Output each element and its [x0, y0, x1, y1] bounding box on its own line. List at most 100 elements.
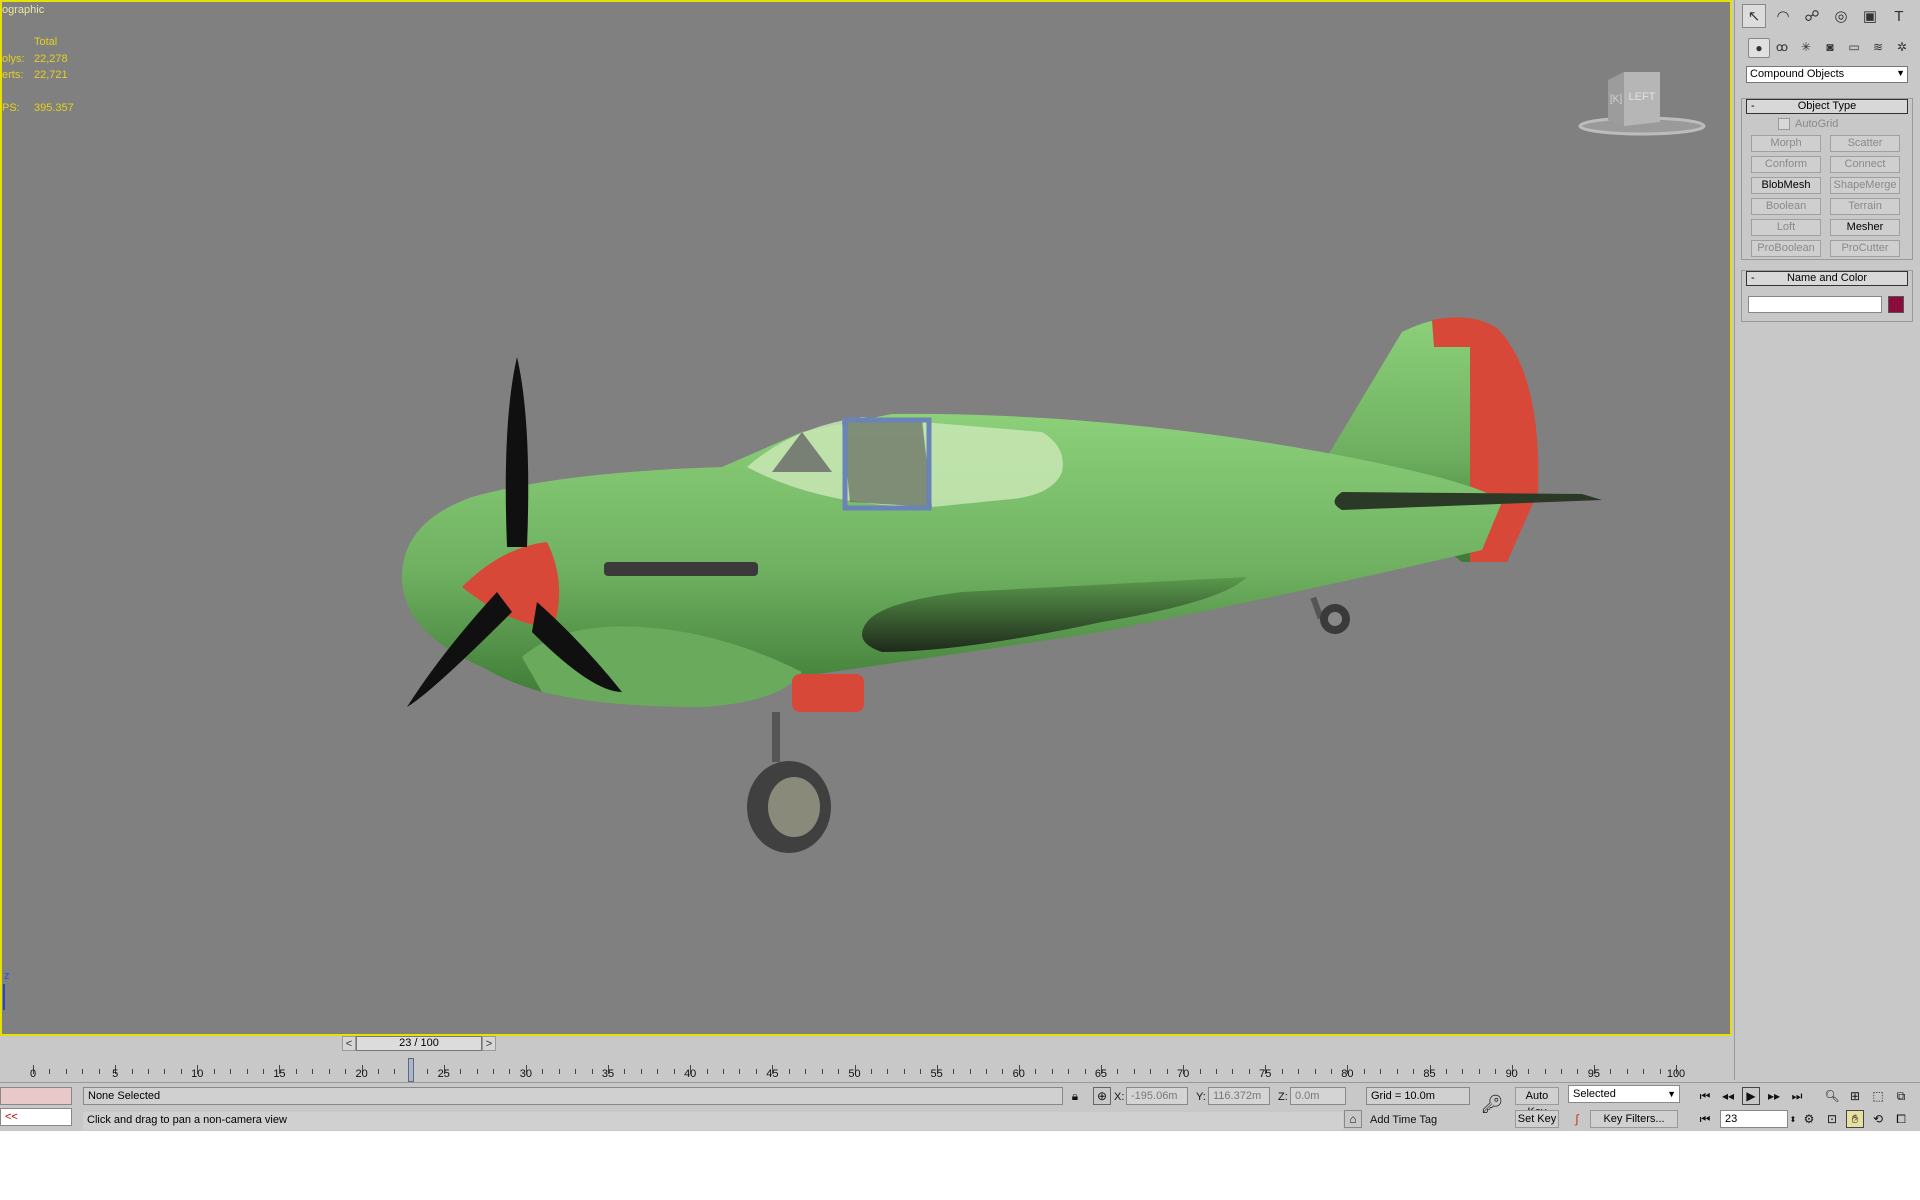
connect-button[interactable]: Connect: [1830, 156, 1900, 173]
systems-icon[interactable]: ✲: [1892, 38, 1912, 56]
absolute-mode-icon[interactable]: ⊕: [1093, 1087, 1111, 1105]
axis-tripod: [3, 984, 5, 1010]
morph-button[interactable]: Morph: [1751, 135, 1821, 152]
play-icon[interactable]: ▶: [1742, 1087, 1760, 1105]
field-of-view-icon[interactable]: ⊡: [1823, 1110, 1841, 1128]
frame-tick: [1199, 1069, 1201, 1074]
add-time-tag-button[interactable]: Add Time Tag: [1370, 1112, 1437, 1128]
go-to-start-icon[interactable]: ⏮: [1696, 1087, 1714, 1105]
time-configuration-icon[interactable]: ⚙: [1800, 1110, 1818, 1128]
frame-tick: [213, 1069, 215, 1074]
key-mode-toggle-icon[interactable]: ⏮: [1696, 1110, 1714, 1128]
default-tangent-icon[interactable]: ∫: [1568, 1110, 1586, 1128]
scatter-button[interactable]: Scatter: [1830, 135, 1900, 152]
shapes-icon[interactable]: ꝏ: [1772, 38, 1792, 56]
frame-spinner-icon[interactable]: ⬍: [1788, 1110, 1798, 1128]
mesher-button[interactable]: Mesher: [1830, 219, 1900, 236]
exhaust-stack: [604, 562, 758, 576]
viewcube-front-label[interactable]: [K]: [1610, 94, 1622, 105]
zoom-icon[interactable]: 🔍︎: [1823, 1087, 1841, 1105]
set-key-button[interactable]: Set Key: [1515, 1110, 1559, 1128]
terrain-button[interactable]: Terrain: [1830, 198, 1900, 215]
trackbar[interactable]: 0 5 10 15 20 25 30 35 40 45 50 55 60 65 70 75 80 85 90 95 10…: [0, 1054, 1734, 1082]
spacewarps-icon[interactable]: ≋: [1868, 38, 1888, 56]
geometry-icon[interactable]: ●: [1748, 38, 1770, 58]
go-to-end-icon[interactable]: ⏭: [1788, 1087, 1806, 1105]
key-filters-button[interactable]: Key Filters...: [1590, 1110, 1678, 1128]
shapemerge-button[interactable]: ShapeMerge: [1830, 177, 1900, 194]
motion-icon[interactable]: ◎: [1829, 4, 1853, 28]
name-color-title: Name and Color: [1786, 272, 1868, 284]
maxscript-input[interactable]: <<: [0, 1108, 72, 1126]
frame-label: 0: [29, 1068, 37, 1080]
prev-frame-button[interactable]: <: [342, 1036, 356, 1051]
airplane-model[interactable]: [382, 302, 1612, 862]
category-dropdown[interactable]: Compound Objects ▼: [1746, 66, 1908, 83]
time-tag-icon[interactable]: ⌂: [1344, 1110, 1362, 1128]
current-frame-marker[interactable]: [407, 1058, 414, 1082]
zoom-all-icon[interactable]: ⊞: [1846, 1087, 1864, 1105]
frame-label: 5: [112, 1068, 119, 1080]
viewcube[interactable]: [K] LEFT: [1576, 66, 1708, 138]
modify-icon[interactable]: ◠: [1771, 4, 1795, 28]
autogrid-checkbox[interactable]: AutoGrid: [1778, 118, 1838, 131]
boolean-button[interactable]: Boolean: [1751, 198, 1821, 215]
zoom-extents-all-icon[interactable]: ⧉: [1892, 1087, 1910, 1105]
viewcube-left-label[interactable]: LEFT: [1629, 91, 1656, 103]
viewport[interactable]: ographic Total olys: 22,278 erts: 22,721…: [0, 0, 1732, 1036]
object-color-swatch[interactable]: [1888, 296, 1904, 313]
object-name-input[interactable]: [1748, 296, 1882, 313]
key-mode-value: Selected: [1573, 1088, 1616, 1100]
frame-tick: [953, 1069, 955, 1074]
auto-key-button[interactable]: Auto Key: [1515, 1087, 1559, 1118]
procutter-button[interactable]: ProCutter: [1830, 240, 1900, 257]
time-slider[interactable]: < 23 / 100 >: [342, 1036, 496, 1052]
stats-fps-label: PS:: [2, 102, 20, 114]
helpers-icon[interactable]: ▭: [1844, 38, 1864, 56]
next-frame-icon[interactable]: ▸▸: [1765, 1087, 1783, 1105]
create-icon[interactable]: ↖: [1742, 4, 1766, 28]
frame-tick: [1248, 1069, 1250, 1074]
key-mode-dropdown[interactable]: Selected ▼: [1568, 1085, 1680, 1103]
frame-tick: [1577, 1069, 1579, 1074]
frame-label: 95: [1587, 1068, 1600, 1080]
frame-label: 30: [519, 1068, 533, 1080]
cameras-icon[interactable]: ◙: [1820, 38, 1840, 56]
proboolean-button[interactable]: ProBoolean: [1751, 240, 1821, 257]
frame-tick: [1215, 1069, 1217, 1074]
frame-tick: [788, 1069, 790, 1074]
y-coordinate-field[interactable]: 116.372m: [1208, 1087, 1270, 1105]
object-type-header[interactable]: - Object Type: [1746, 99, 1908, 114]
display-icon[interactable]: ▣: [1858, 4, 1882, 28]
collapse-icon: -: [1751, 100, 1755, 112]
viewport-label[interactable]: ographic: [2, 4, 44, 16]
lock-icon[interactable]: 🔒︎: [1066, 1087, 1084, 1105]
frame-tick: [328, 1069, 330, 1074]
set-keys-key-icon[interactable]: 🔑︎: [1480, 1092, 1504, 1116]
current-frame-field[interactable]: 23: [1720, 1110, 1788, 1128]
name-color-header[interactable]: - Name and Color: [1746, 271, 1908, 286]
z-coordinate-field[interactable]: 0.0m: [1290, 1087, 1346, 1105]
zoom-extents-icon[interactable]: ⬚: [1869, 1087, 1887, 1105]
chevron-down-icon: ▼: [1896, 68, 1905, 78]
next-frame-button[interactable]: >: [482, 1036, 496, 1051]
frame-tick: [887, 1069, 889, 1074]
hierarchy-icon[interactable]: ☍: [1800, 4, 1824, 28]
loft-button[interactable]: Loft: [1751, 219, 1821, 236]
x-label: X:: [1114, 1091, 1125, 1103]
orbit-icon[interactable]: ⟲: [1869, 1110, 1887, 1128]
lights-icon[interactable]: ✳: [1796, 38, 1816, 56]
time-slider-thumb[interactable]: 23 / 100: [356, 1036, 482, 1051]
prompt-line: Click and drag to pan a non-camera view: [83, 1112, 1343, 1130]
maxscript-listener-mini[interactable]: [0, 1087, 72, 1105]
utilities-icon[interactable]: T: [1887, 4, 1911, 28]
blobmesh-button[interactable]: BlobMesh: [1751, 177, 1821, 194]
previous-frame-icon[interactable]: ◂◂: [1719, 1087, 1737, 1105]
frame-label: 85: [1423, 1068, 1436, 1080]
stats-fps-value: 395.357: [34, 102, 74, 114]
x-coordinate-field[interactable]: -195.06m: [1126, 1087, 1188, 1105]
pan-view-icon[interactable]: ✋︎: [1846, 1110, 1864, 1128]
frame-tick: [509, 1069, 511, 1074]
conform-button[interactable]: Conform: [1751, 156, 1821, 173]
maximize-viewport-icon[interactable]: ⧠: [1892, 1110, 1910, 1128]
